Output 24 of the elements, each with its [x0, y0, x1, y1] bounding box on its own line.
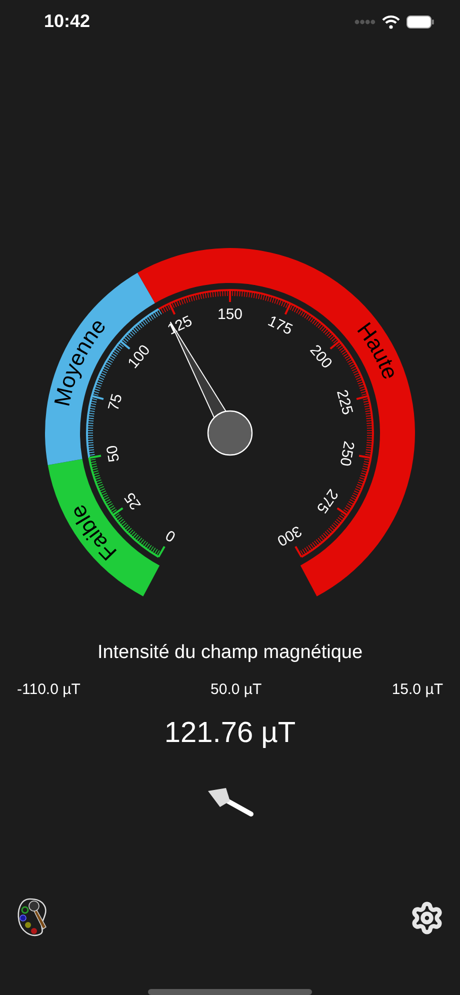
- axis-reading: -110.0 µT: [17, 680, 80, 700]
- field-title: Intensité du champ magnétique: [97, 640, 363, 664]
- scale-label: 250: [336, 439, 358, 467]
- scale-label: 175: [265, 312, 296, 338]
- status-time: 10:42: [44, 10, 90, 34]
- scale-label: 0: [162, 526, 179, 545]
- scale-label: 50: [103, 443, 124, 463]
- direction-arrow-icon: [206, 787, 254, 817]
- settings-icon[interactable]: [410, 901, 444, 935]
- scale-label: 75: [105, 392, 126, 412]
- scale-label: 275: [312, 485, 342, 516]
- scale-label: 300: [274, 522, 304, 549]
- axis-reading: 15.0 µT: [392, 680, 443, 700]
- battery-icon: [406, 14, 434, 29]
- scale-label: 200: [306, 341, 336, 372]
- signal-icon: [354, 18, 376, 25]
- wifi-icon: [382, 14, 400, 29]
- scale-label: 100: [124, 341, 154, 372]
- scale-label: 25: [121, 488, 145, 512]
- scale-label: 150: [217, 305, 243, 322]
- scale-label: 125: [164, 312, 195, 338]
- scale-label: 225: [333, 388, 356, 416]
- axis-reading: 50.0 µT: [210, 680, 262, 700]
- total-reading: 121.76 µT: [164, 716, 296, 750]
